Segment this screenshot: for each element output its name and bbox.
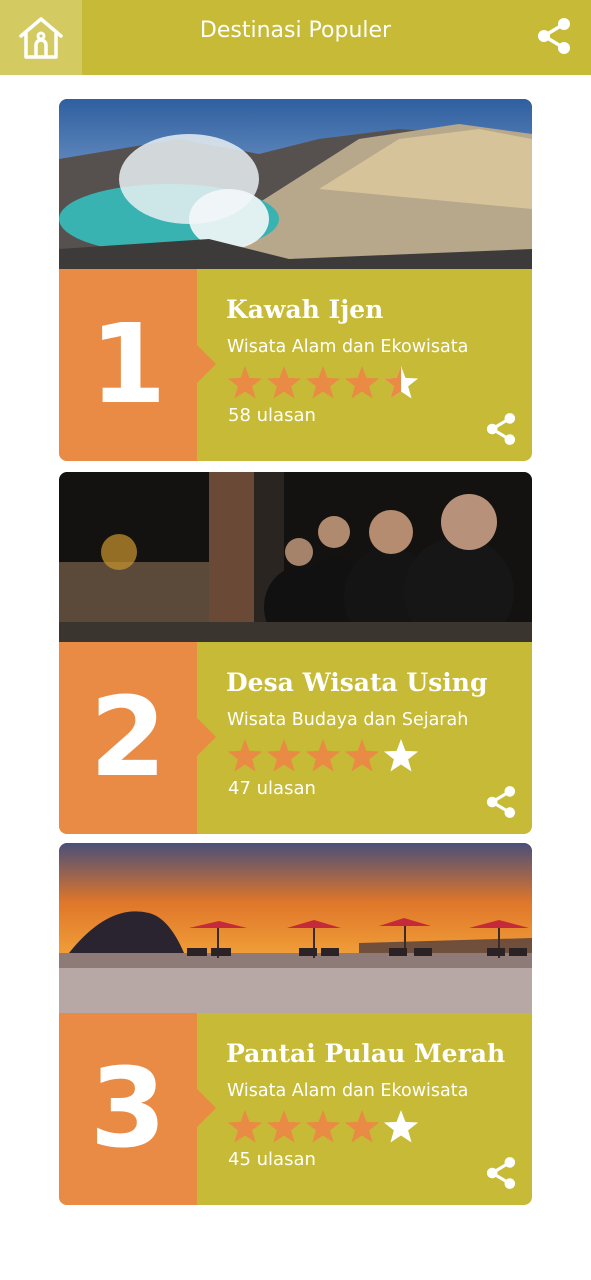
page-title: Destinasi Populer bbox=[199, 17, 392, 43]
rank-panel: 1 bbox=[59, 269, 216, 461]
destination-card-1[interactable]: 1 Kawah Ijen Wisata Alam dan Ekowisata 5… bbox=[59, 99, 532, 461]
star-icon bbox=[344, 739, 380, 772]
share-icon[interactable] bbox=[537, 17, 571, 55]
destination-photo bbox=[59, 99, 532, 269]
star-icon bbox=[305, 366, 341, 399]
review-count: 47 ulasan bbox=[228, 778, 316, 799]
destination-category: Wisata Alam dan Ekowisata bbox=[227, 337, 469, 357]
star-icon bbox=[227, 366, 263, 399]
app-header: Destinasi Populer bbox=[0, 0, 591, 75]
rating-stars bbox=[227, 366, 419, 399]
share-icon[interactable] bbox=[486, 1156, 516, 1190]
star-icon bbox=[227, 1110, 263, 1143]
star-icon bbox=[266, 739, 302, 772]
rank-number: 3 bbox=[89, 1044, 167, 1172]
rating-stars bbox=[227, 1110, 419, 1143]
destination-photo bbox=[59, 472, 532, 642]
star-icon bbox=[383, 739, 419, 772]
destination-category: Wisata Alam dan Ekowisata bbox=[227, 1081, 469, 1101]
rank-panel: 2 bbox=[59, 642, 216, 834]
destination-name: Kawah Ijen bbox=[226, 295, 384, 324]
star-icon bbox=[227, 739, 263, 772]
star-icon bbox=[266, 1110, 302, 1143]
destination-name: Pantai Pulau Merah bbox=[226, 1039, 506, 1068]
star-icon bbox=[344, 366, 380, 399]
home-button[interactable] bbox=[0, 0, 82, 75]
star-icon bbox=[383, 1110, 419, 1143]
rank-number: 1 bbox=[89, 300, 167, 428]
destination-card-2[interactable]: 2 Desa Wisata Using Wisata Budaya dan Se… bbox=[59, 472, 532, 834]
review-count: 45 ulasan bbox=[228, 1149, 316, 1170]
rank-number: 2 bbox=[89, 673, 167, 801]
star-icon bbox=[305, 1110, 341, 1143]
destination-photo bbox=[59, 843, 532, 1013]
share-icon[interactable] bbox=[486, 785, 516, 819]
destination-card-3[interactable]: 3 Pantai Pulau Merah Wisata Alam dan Eko… bbox=[59, 843, 532, 1205]
star-icon bbox=[344, 1110, 380, 1143]
review-count: 58 ulasan bbox=[228, 405, 316, 426]
star-icon bbox=[383, 366, 419, 399]
star-icon bbox=[266, 366, 302, 399]
star-icon bbox=[305, 739, 341, 772]
destination-name: Desa Wisata Using bbox=[226, 668, 488, 697]
destination-category: Wisata Budaya dan Sejarah bbox=[227, 710, 469, 730]
share-icon[interactable] bbox=[486, 412, 516, 446]
rank-panel: 3 bbox=[59, 1013, 216, 1205]
home-icon bbox=[19, 16, 63, 59]
rating-stars bbox=[227, 739, 419, 772]
